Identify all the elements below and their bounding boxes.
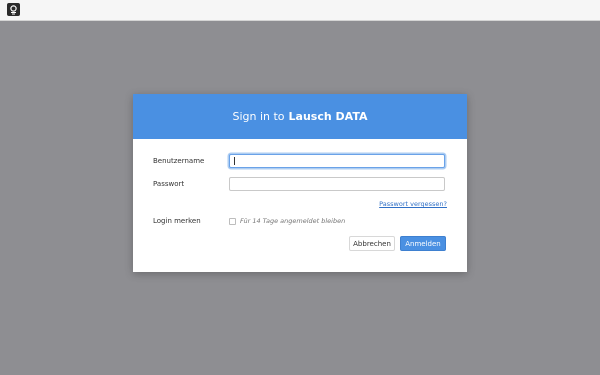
- username-input[interactable]: [229, 154, 445, 168]
- cancel-button[interactable]: Abbrechen: [349, 236, 395, 251]
- remember-hint: Für 14 Tage angemeldet bleiben: [240, 217, 346, 225]
- username-label: Benutzername: [153, 157, 205, 165]
- password-label: Passwort: [153, 180, 185, 188]
- remember-checkbox[interactable]: [229, 218, 236, 225]
- forgot-password-link[interactable]: Passwort vergessen?: [379, 200, 447, 208]
- login-dialog: Sign in to Lausch DATA Benutzername Pass…: [133, 94, 467, 272]
- remember-label: Login merken: [153, 217, 201, 225]
- dialog-header: Sign in to Lausch DATA: [133, 94, 467, 139]
- dialog-app-name: Lausch DATA: [288, 110, 368, 123]
- text-cursor: [234, 157, 235, 165]
- dialog-title-prefix: Sign in to: [232, 110, 285, 123]
- sign-in-button[interactable]: Anmelden: [400, 236, 446, 251]
- password-input[interactable]: [229, 177, 445, 191]
- app-logo-icon[interactable]: [7, 3, 20, 16]
- top-bar: [0, 0, 600, 21]
